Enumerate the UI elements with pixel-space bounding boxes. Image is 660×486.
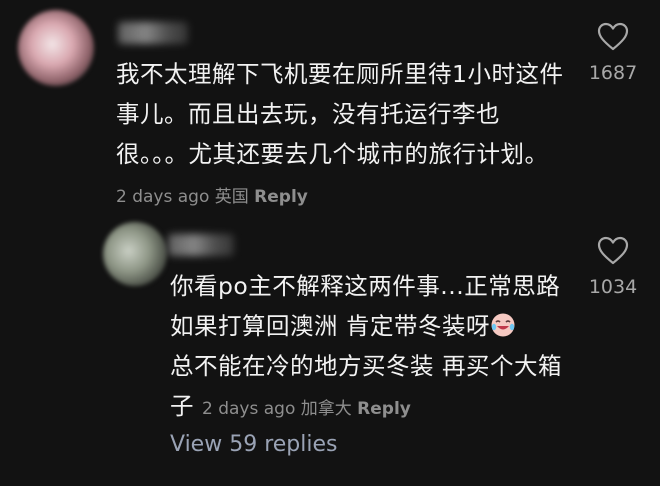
username-blurred[interactable] xyxy=(168,234,234,256)
avatar[interactable] xyxy=(18,10,94,86)
comment-text: 我不太理解下飞机要在厕所里待1小时这件事儿。而且出去玩，没有托运行李也很。。。尤… xyxy=(116,54,566,217)
comment-text: 你看po主不解释这两件事...正常思路如果打算回澳洲 肯定带冬装呀 总不能在冷的… xyxy=(170,266,570,429)
comment-time: 2 days ago xyxy=(201,399,296,419)
like-count: 1034 xyxy=(588,276,638,298)
username-blurred[interactable] xyxy=(118,22,188,44)
avatar[interactable] xyxy=(103,222,167,286)
comment-body: 我不太理解下飞机要在厕所里待1小时这件事儿。而且出去玩，没有托运行李也很。。。尤… xyxy=(116,60,564,168)
like-control: 1034 xyxy=(578,236,648,298)
crying-laughing-emoji-icon xyxy=(491,313,515,337)
like-count: 1687 xyxy=(588,62,638,84)
reply-button[interactable]: Reply xyxy=(357,399,411,419)
comment-time: 2 days ago xyxy=(116,187,210,207)
heart-icon[interactable] xyxy=(597,236,629,266)
comment-location: 英国 xyxy=(214,187,249,207)
reply-button[interactable]: Reply xyxy=(254,187,308,207)
view-replies-button[interactable]: View 59 replies xyxy=(170,432,337,457)
comment-meta: 2 days ago 英国 Reply xyxy=(116,187,308,207)
heart-icon[interactable] xyxy=(597,22,629,52)
comment-meta: 2 days ago 加拿大 Reply xyxy=(202,399,411,419)
like-control: 1687 xyxy=(578,22,648,84)
comment-location: 加拿大 xyxy=(300,399,352,419)
